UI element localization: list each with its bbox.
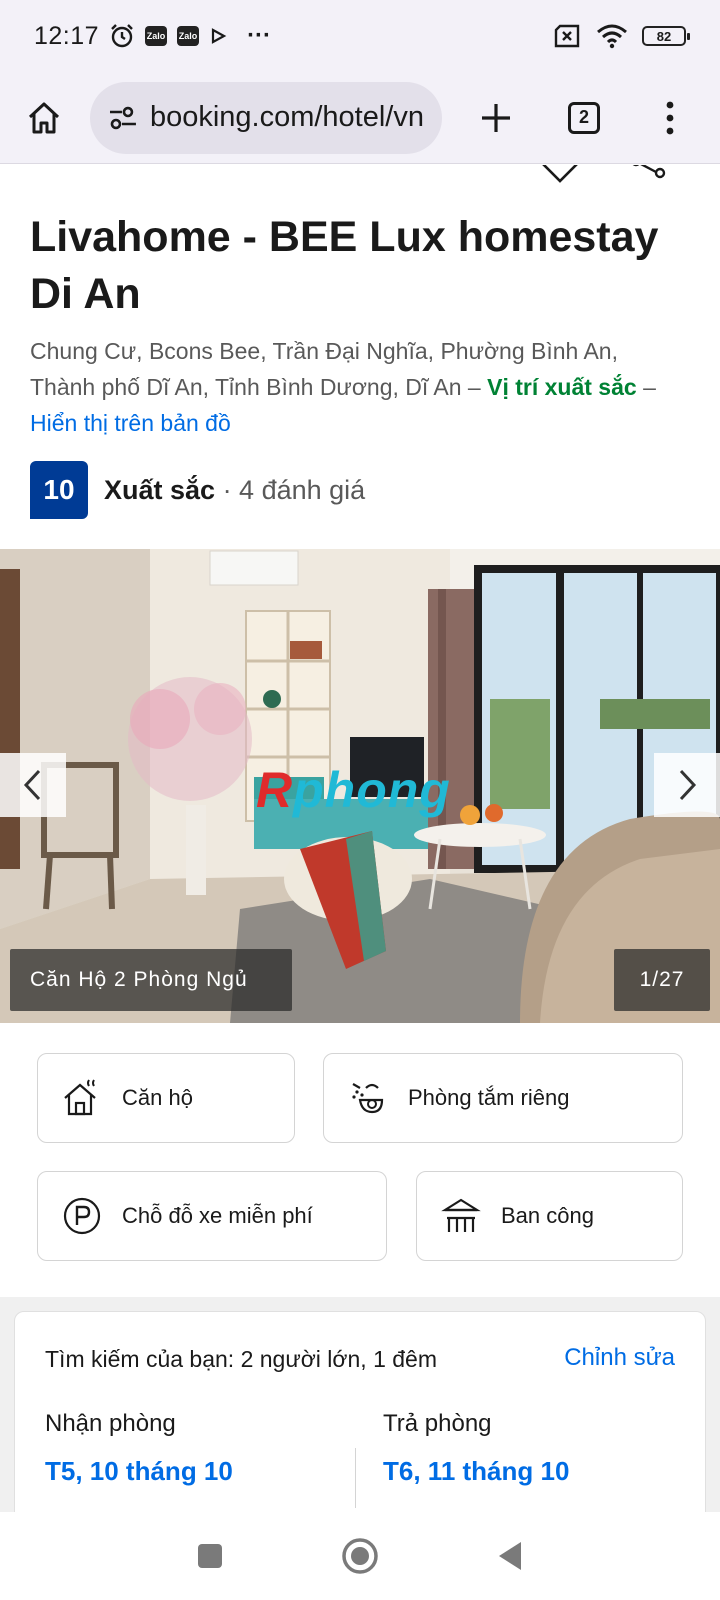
circle-home-icon [342,1538,378,1574]
search-summary-card: Tìm kiếm của bạn: 2 người lớn, 1 đêm Chỉ… [14,1311,706,1512]
photo-gallery[interactable]: Rphong Căn Hộ 2 Phòng Ngủ 1/27 [0,549,720,1023]
facility-label: Ban công [501,1203,594,1228]
browser-toolbar: booking.com/hotel/vn 2 [0,72,720,164]
more-notifications-icon: ··· [247,22,272,49]
play-icon [209,27,227,45]
recent-apps-button[interactable] [135,1512,285,1600]
new-tab-button[interactable] [468,90,524,146]
search-summary-text: Tìm kiếm của bạn: 2 người lớn, 1 đêm [45,1346,437,1372]
tab-switcher-button[interactable]: 2 [556,90,612,146]
url-text: booking.com/hotel/vn [149,101,424,133]
status-right: 82 [552,23,690,49]
facility-free-parking[interactable]: Chỗ đỗ xe miễn phí [37,1171,387,1261]
review-count: · 4 đánh giá [215,474,366,505]
zalo-icon-2: Zalo [177,26,200,46]
home-nav-button[interactable] [285,1512,435,1600]
chevron-left-icon [23,769,41,801]
address-bar[interactable]: booking.com/hotel/vn [90,81,442,154]
bath-icon [352,1083,384,1114]
page-content: Livahome - BEE Lux homestay Di An Chung … [0,165,720,1512]
plus-icon [482,103,510,132]
share-button[interactable] [630,165,666,188]
battery-indicator: 82 [642,26,690,46]
previous-photo-button[interactable] [0,753,66,817]
rating-word: Xuất sắc [104,474,216,505]
favorite-button[interactable] [540,165,580,188]
browser-menu-button[interactable] [650,90,690,146]
facility-label: Chỗ đỗ xe miễn phí [122,1203,313,1228]
checkin-date[interactable]: T5, 10 tháng 10 [45,1456,233,1487]
hotel-address-block: Chung Cư, Bcons Bee, Trần Đại Nghĩa, Phư… [30,333,680,441]
house-icon [64,1079,96,1116]
watermark: Rphong [256,761,451,819]
zalo-icon: Zalo [145,26,168,46]
wifi-icon [596,23,628,49]
checkin-label: Nhận phòng [45,1410,176,1437]
photo-counter: 1/27 [614,949,710,1011]
share-icon [632,165,666,179]
hotel-title: Livahome - BEE Lux homestay Di An [30,213,659,318]
checkout-date[interactable]: T6, 11 tháng 10 [383,1456,569,1487]
address-separator-1: – [461,374,488,400]
facility-label: Phòng tắm riêng [408,1085,570,1110]
alarm-icon [109,23,135,49]
facilities-section: Căn hộ Phòng tắm riêng Chỗ đỗ xe miễn ph… [0,1025,720,1297]
show-on-map-link[interactable]: Hiển thị trên bản đồ [30,410,231,436]
balcony-icon [441,1198,481,1232]
date-divider [355,1448,356,1508]
status-left: 12:17 Zalo Zalo ··· [34,22,271,51]
back-button[interactable] [435,1512,585,1600]
location-rating: Vị trí xuất sắc [487,374,637,400]
tab-count: 2 [568,101,600,134]
top-actions [540,165,666,188]
home-icon [28,102,60,133]
review-score-badge: 10 [30,461,88,519]
parking-icon [63,1197,101,1235]
status-time: 12:17 [34,21,100,50]
facility-private-bathroom[interactable]: Phòng tắm riêng [323,1053,683,1143]
watermark-text: phong [293,762,451,818]
next-photo-button[interactable] [654,753,720,817]
status-bar: 12:17 Zalo Zalo ··· 82 [0,0,720,72]
facility-apartment[interactable]: Căn hộ [37,1053,295,1143]
facility-label: Căn hộ [122,1085,193,1110]
search-summary-section: Tìm kiếm của bạn: 2 người lớn, 1 đêm Chỉ… [0,1297,720,1512]
system-navigation-bar [0,1512,720,1600]
address-separator-2: – [636,374,656,400]
square-icon [198,1544,222,1568]
rating-row[interactable]: 10 Xuất sắc · 4 đánh giá [30,461,365,519]
photo-caption: Căn Hộ 2 Phòng Ngủ [10,949,292,1011]
edit-search-link[interactable]: Chỉnh sửa [564,1344,675,1372]
heart-icon [542,165,578,183]
back-triangle-icon [499,1542,521,1570]
site-settings-icon [109,106,136,129]
watermark-r: R [256,762,294,818]
home-button[interactable] [16,90,72,146]
chevron-right-icon [679,769,697,801]
checkout-label: Trả phòng [383,1410,492,1437]
no-sim-icon [552,24,582,48]
facility-balcony[interactable]: Ban công [416,1171,683,1261]
more-vert-icon [666,101,674,134]
